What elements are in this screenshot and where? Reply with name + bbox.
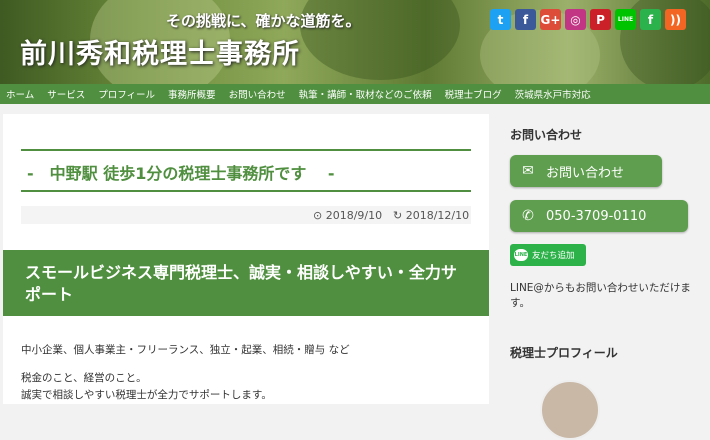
nav-item[interactable]: 事務所概要 [168,87,216,101]
line-icon[interactable]: LINE [615,9,636,30]
feedly-icon[interactable]: f [640,9,661,30]
phone-icon: ✆ [522,208,534,224]
phone-button[interactable]: ✆ 050-3709-0110 [510,200,688,232]
nav-item[interactable]: サービス [47,87,85,101]
google-plus-icon[interactable]: G+ [540,9,561,30]
line-add-friend-button[interactable]: LINE 友だち追加 [510,244,586,266]
pinterest-icon[interactable]: P [590,9,611,30]
nav-item[interactable]: お問い合わせ [229,87,286,101]
line-icon: LINE [514,249,528,261]
page-heading-box: - 中野駅 徒歩1分の税理士事務所です - [21,149,471,192]
site-title[interactable]: 前川秀和税理士事務所 [20,32,300,71]
nav-item[interactable]: プロフィール [98,87,155,101]
nav-item[interactable]: 茨城県水戸市対応 [515,87,591,101]
site-tagline: その挑戦に、確かな道筋を。 [166,12,361,30]
clock-icon: ⊙ [313,209,323,222]
nav-item[interactable]: 執筆・講師・取材などのご依頼 [299,87,432,101]
body-text-line: 中小企業、個人事業主・フリーランス、独立・起業、相続・贈与 など [21,344,350,356]
profile-widget-title: 税理士プロフィール [510,346,618,360]
contact-widget-title: お問い合わせ [510,128,583,142]
nav-item[interactable]: 税理士ブログ [445,87,502,101]
date-bar: ⊙ 2018/9/10 ↻ 2018/12/10 [21,206,471,224]
twitter-icon[interactable]: t [490,9,511,30]
site-header: その挑戦に、確かな道筋を。 前川秀和税理士事務所 t f G+ ◎ P LINE f)) [0,0,710,84]
body-text-line: 税金のこと、経営のこと。 [21,372,147,384]
line-description: LINE@からもお問い合わせいただけます。 [510,282,691,309]
section-title: スモールビジネス専門税理士、誠実・相談しやすい・全力サポート [3,250,489,316]
facebook-icon[interactable]: f [515,9,536,30]
update-icon: ↻ [393,209,403,222]
mail-icon: ✉ [522,163,534,179]
main-nav: ホーム サービス プロフィール 事務所概要 お問い合わせ 執筆・講師・取材などのご依頼 税理… [0,84,710,104]
nav-item[interactable]: ホーム [6,87,34,101]
updated-date: ↻ 2018/12/10 [393,209,470,222]
instagram-icon[interactable]: ◎ [565,9,586,30]
page-heading: - 中野駅 徒歩1分の税理士事務所です - [27,164,335,183]
sidebar: お問い合わせ ✉ お問い合わせ ✆ 050-3709-0110 LINE 友だち… [500,114,710,440]
published-date: ⊙ 2018/9/10 [313,209,383,222]
main-content: - 中野駅 徒歩1分の税理士事務所です - ⊙ 2018/9/10 ↻ 2018… [3,114,489,404]
rss-icon[interactable]: )) [665,9,686,30]
avatar [540,380,600,440]
social-icons: t f G+ ◎ P LINE f)) [490,9,686,30]
contact-button[interactable]: ✉ お問い合わせ [510,155,662,187]
